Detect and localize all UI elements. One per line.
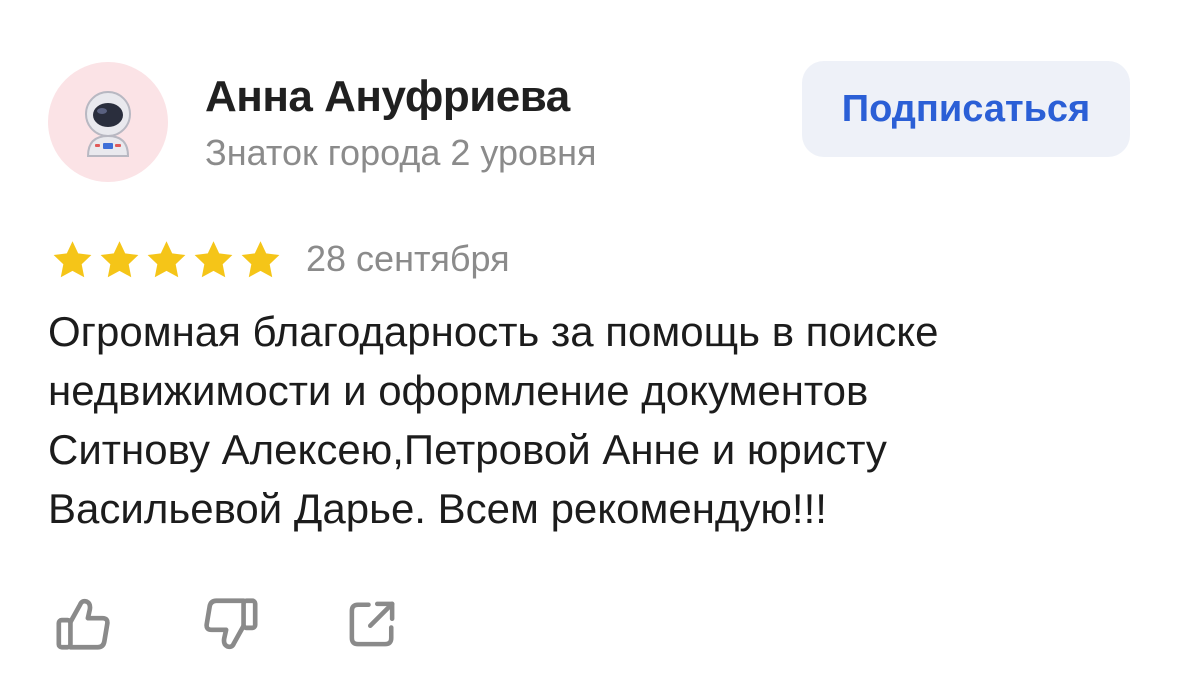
author-name[interactable]: Анна Ануфриева xyxy=(205,72,570,122)
like-button[interactable] xyxy=(52,592,116,656)
subscribe-button[interactable]: Подписаться xyxy=(802,61,1130,157)
share-icon xyxy=(349,601,395,647)
astronaut-icon xyxy=(85,91,131,157)
review-date: 28 сентября xyxy=(306,238,510,279)
star-icon xyxy=(194,241,233,278)
star-icon xyxy=(53,241,92,278)
thumbs-down-icon xyxy=(204,598,258,650)
star-icon xyxy=(147,241,186,278)
share-button[interactable] xyxy=(340,592,404,656)
thumbs-up-icon xyxy=(56,598,110,650)
review-text: Огромная благодарность за помощь в поиск… xyxy=(48,308,939,532)
dislike-button[interactable] xyxy=(198,592,262,656)
avatar[interactable] xyxy=(48,62,168,182)
rating-stars xyxy=(50,238,283,282)
star-icon xyxy=(100,241,139,278)
author-level: Знаток города 2 уровня xyxy=(205,132,597,173)
star-icon xyxy=(241,241,280,278)
